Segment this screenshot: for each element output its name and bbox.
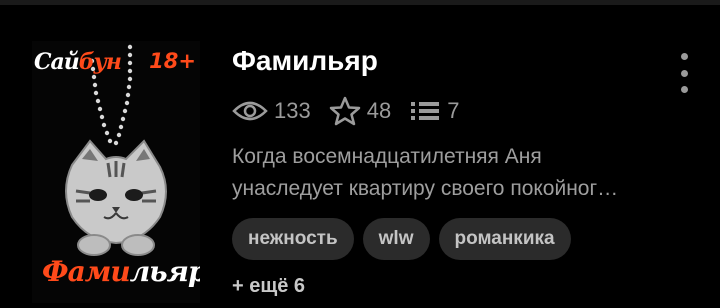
- likes-stat: 48: [329, 96, 391, 126]
- book-cover[interactable]: Сайбун 18+ Фамильяр: [32, 41, 200, 303]
- star-icon: [329, 96, 360, 126]
- tag-chip[interactable]: wlw: [362, 218, 430, 260]
- more-tags-link[interactable]: + ещё 6: [232, 275, 305, 298]
- description-line: унаследует квартиру своего покойног…: [232, 177, 619, 200]
- description-line: Когда восемнадцатилетняя Аня: [232, 145, 542, 168]
- cover-title-text: Фамильяр: [42, 255, 200, 288]
- book-title[interactable]: Фамильяр: [232, 45, 378, 77]
- chapters-count: 7: [447, 98, 460, 123]
- book-card[interactable]: Сайбун 18+ Фамильяр Фамильяр 133 48 7 Ко…: [0, 5, 720, 308]
- cover-age-rating: 18+: [149, 49, 196, 73]
- likes-count: 48: [366, 98, 392, 123]
- book-description[interactable]: Когда восемнадцатилетняя Аня унаследует …: [232, 141, 682, 205]
- tag-list: нежность wlw романкика: [232, 218, 580, 260]
- eye-icon: [232, 101, 268, 121]
- cover-author-text: Сайбун: [34, 49, 122, 75]
- more-menu-button[interactable]: [672, 53, 696, 93]
- views-count: 133: [274, 98, 311, 123]
- views-stat: 133: [232, 98, 311, 124]
- list-icon: [411, 102, 440, 120]
- tag-chip[interactable]: романкика: [438, 218, 571, 260]
- book-stats: 133 48 7: [232, 95, 477, 127]
- tag-chip[interactable]: нежность: [232, 218, 354, 260]
- more-vertical-icon: [680, 53, 688, 60]
- chapters-stat: 7: [409, 98, 459, 124]
